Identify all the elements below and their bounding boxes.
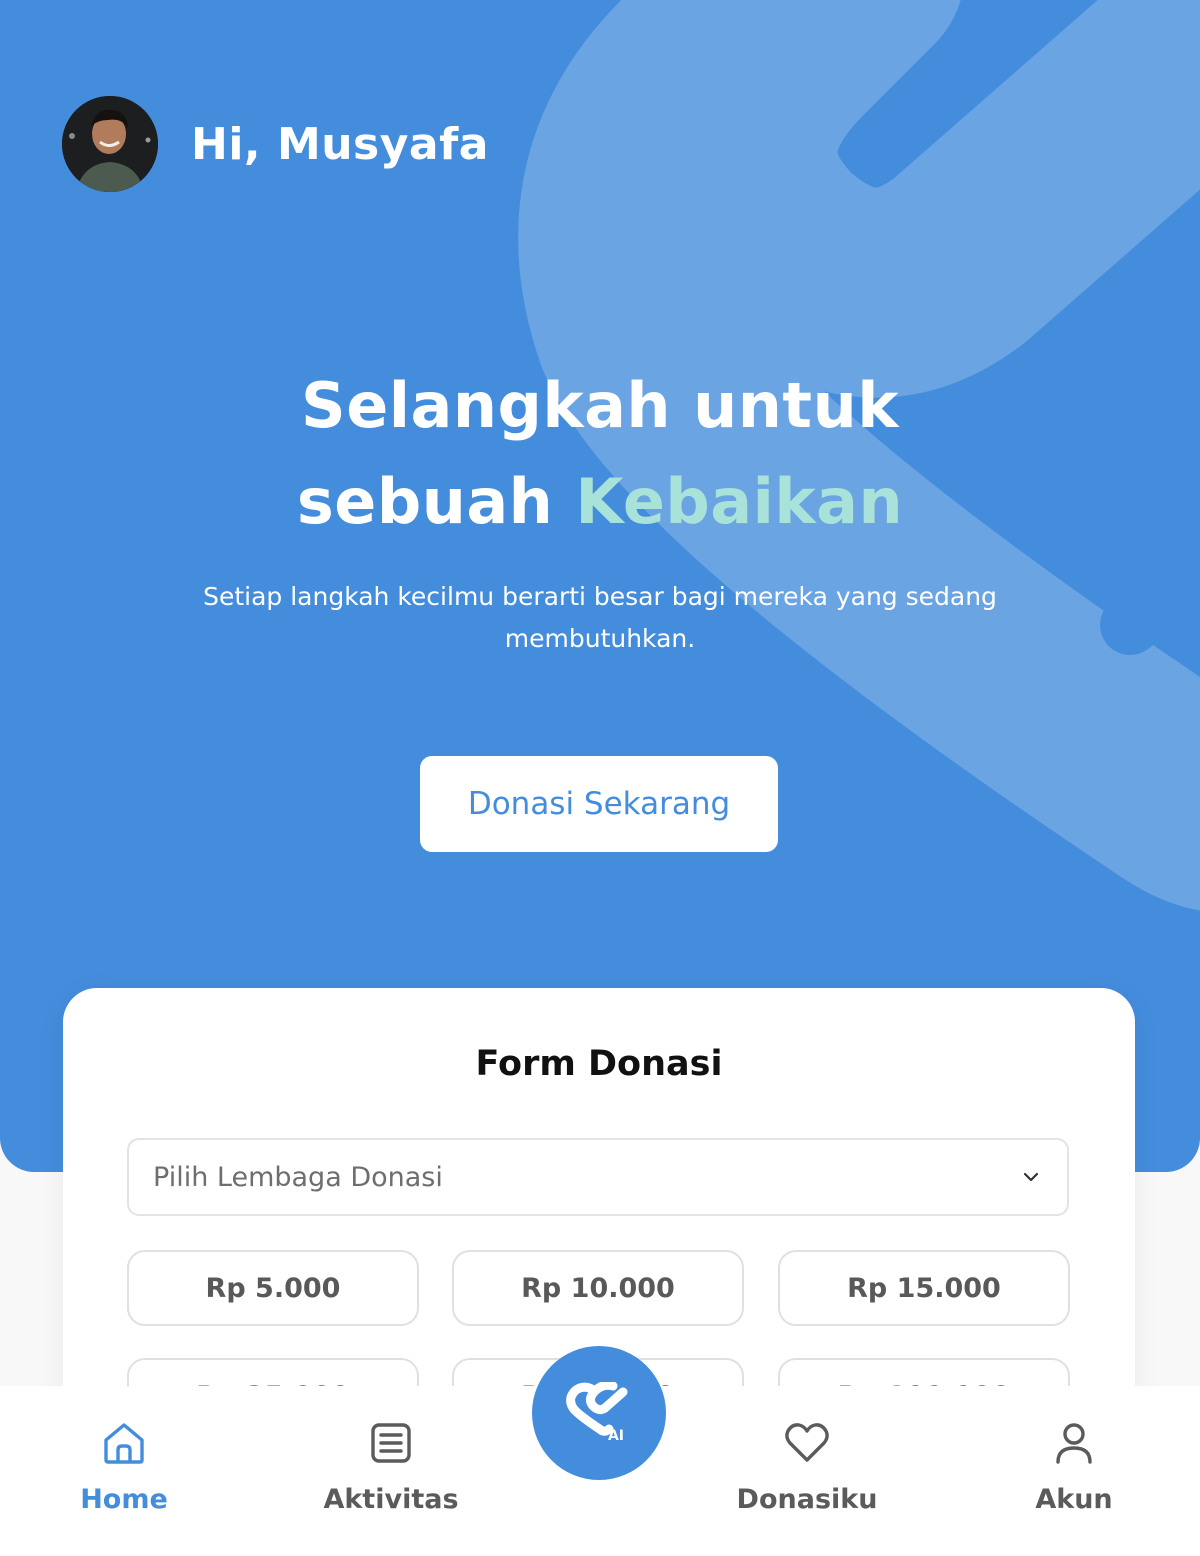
avatar-photo-icon xyxy=(62,96,158,192)
nav-item-label: Aktivitas xyxy=(323,1484,459,1515)
hero-subtitle: Setiap langkah kecilmu berarti besar bag… xyxy=(203,582,997,653)
hero-title-line1: Selangkah untuk xyxy=(301,369,899,442)
amount-option-button[interactable]: Rp 5.000 xyxy=(127,1250,419,1326)
heart-icon xyxy=(785,1423,829,1462)
nav-item-home[interactable]: Home xyxy=(4,1386,244,1556)
chevron-down-icon xyxy=(1023,1172,1039,1182)
institution-select[interactable]: Pilih Lembaga Donasi xyxy=(127,1138,1069,1216)
nav-item-label: Donasiku xyxy=(736,1484,878,1515)
nav-item-label: Home xyxy=(80,1484,168,1515)
amount-option-button[interactable]: Rp 10.000 xyxy=(452,1250,744,1326)
greeting-text: Hi, Musyafa xyxy=(191,118,489,170)
form-title: Form Donasi xyxy=(475,1044,723,1084)
ai-assistant-button[interactable]: AI xyxy=(532,1346,666,1480)
nav-item-label: Akun xyxy=(1035,1484,1113,1515)
nav-item-aktivitas[interactable]: Aktivitas xyxy=(271,1386,511,1556)
hero-title-accent: Kebaikan xyxy=(575,465,904,538)
avatar[interactable] xyxy=(62,96,158,192)
amount-option-button[interactable]: Rp 15.000 xyxy=(778,1250,1070,1326)
hero-title-prefix: sebuah xyxy=(296,465,576,538)
nav-item-donasiku[interactable]: Donasiku xyxy=(687,1386,927,1556)
donate-now-button[interactable]: Donasi Sekarang xyxy=(420,756,778,852)
user-greeting: Hi, Musyafa xyxy=(62,96,489,192)
hero-title-line2: sebuah Kebaikan xyxy=(0,454,1200,550)
list-icon xyxy=(371,1423,411,1463)
institution-select-placeholder: Pilih Lembaga Donasi xyxy=(153,1161,443,1193)
ai-label: AI xyxy=(607,1428,625,1444)
hero-title: Selangkah untuk sebuah Kebaikan xyxy=(0,358,1200,550)
home-icon xyxy=(104,1423,144,1464)
user-icon xyxy=(1056,1423,1092,1464)
nav-item-akun[interactable]: Akun xyxy=(954,1386,1194,1556)
